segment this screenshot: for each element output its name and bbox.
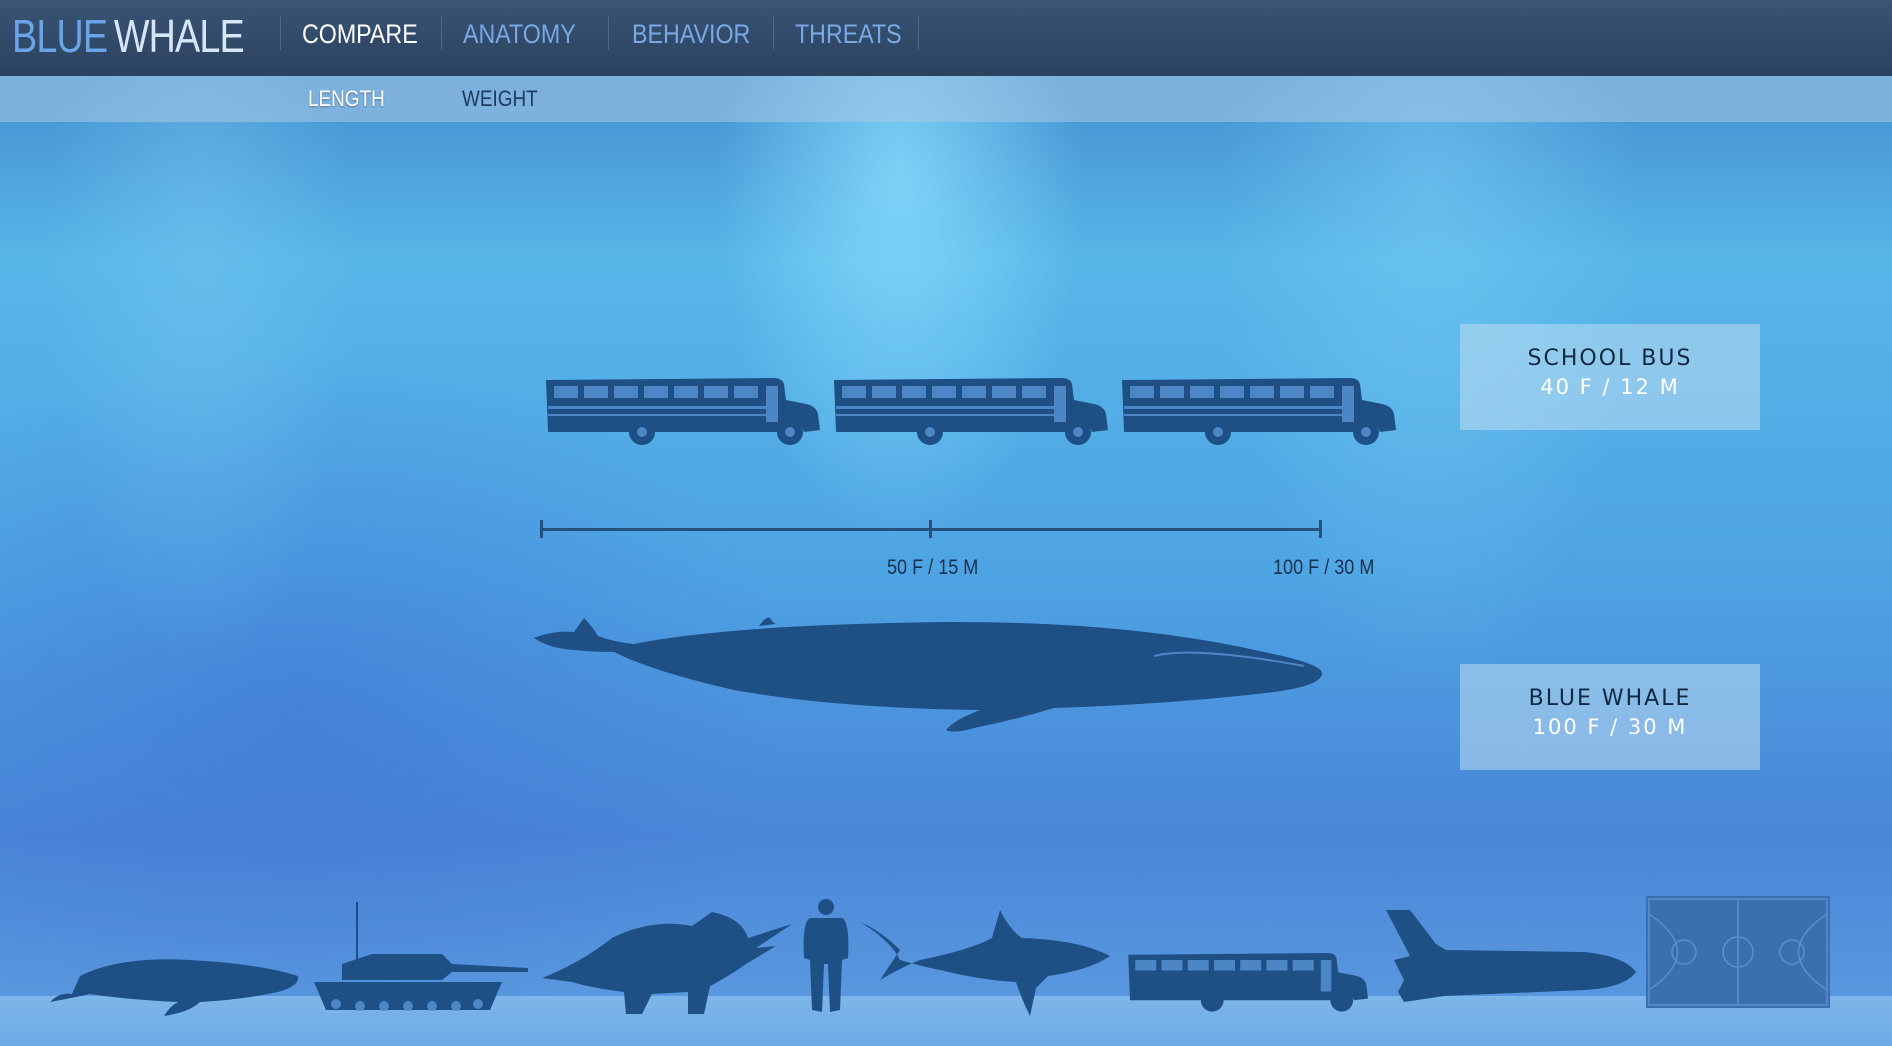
nav-divider: [773, 16, 774, 50]
scale-tick: [929, 520, 932, 538]
school-bus-title: SCHOOL BUS: [1527, 346, 1693, 371]
logo[interactable]: BLUE WHALE: [12, 8, 245, 64]
tab-anatomy[interactable]: ANATOMY: [463, 18, 576, 50]
tab-behavior[interactable]: BEHAVIOR: [632, 18, 750, 50]
school-bus-silhouette: [1122, 378, 1396, 445]
scale-tick: [540, 520, 543, 538]
school-bus-info-box[interactable]: SCHOOL BUS 40 F / 12 M: [1460, 324, 1760, 430]
subtab-length[interactable]: LENGTH: [308, 84, 385, 114]
length-scale-bar: [540, 518, 1322, 540]
person-icon[interactable]: [802, 898, 850, 1016]
basketball-court-icon[interactable]: [1646, 896, 1830, 1008]
nav-divider: [441, 16, 442, 50]
school-bus-length: 40 F / 12 M: [1540, 375, 1680, 399]
sub-nav: LENGTH WEIGHT: [0, 76, 1892, 122]
top-nav: BLUE WHALE COMPARE ANATOMY BEHAVIOR THREA…: [0, 0, 1892, 76]
nav-divider: [608, 16, 609, 50]
triceratops-icon[interactable]: [542, 908, 792, 1016]
tank-icon[interactable]: [312, 902, 528, 1014]
shark-icon[interactable]: [860, 910, 1112, 1016]
scale-label-mid: 50 F / 15 M: [887, 556, 979, 579]
school-bus-silhouette: [834, 378, 1108, 445]
humpback-whale-icon[interactable]: [50, 946, 300, 1016]
school-bus-icon[interactable]: [1124, 946, 1374, 1016]
blue-whale-title: BLUE WHALE: [1528, 686, 1692, 711]
space-shuttle-icon[interactable]: [1384, 910, 1636, 1008]
scale-tick: [1319, 520, 1322, 538]
nav-divider: [918, 16, 919, 50]
blue-whale-length: 100 F / 30 M: [1532, 715, 1688, 739]
nav-divider: [280, 16, 281, 50]
subtab-weight[interactable]: WEIGHT: [462, 84, 538, 114]
school-bus-silhouette: [546, 378, 820, 445]
tab-threats[interactable]: THREATS: [795, 18, 902, 50]
tab-compare[interactable]: COMPARE: [302, 18, 418, 50]
blue-whale-silhouette: [534, 617, 1323, 732]
scale-label-end: 100 F / 30 M: [1273, 556, 1375, 579]
logo-blue: BLUE: [12, 10, 108, 62]
logo-whale: WHALE: [113, 10, 245, 62]
blue-whale-info-box[interactable]: BLUE WHALE 100 F / 30 M: [1460, 664, 1760, 770]
